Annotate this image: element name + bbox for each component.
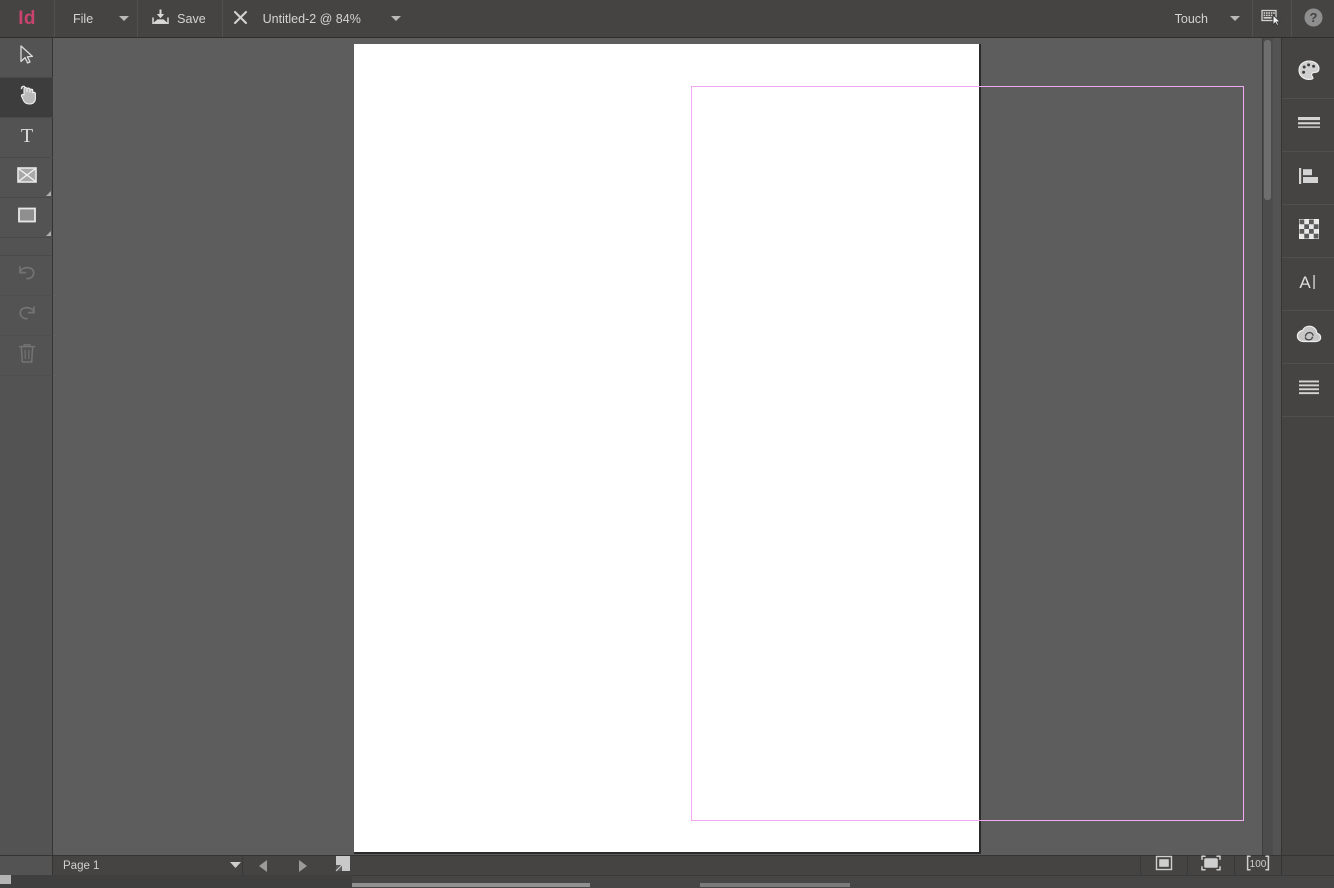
page-number-label: Page 1 (63, 859, 100, 872)
status-bar-left-pad (0, 856, 53, 875)
horizontal-scrollbar[interactable] (0, 875, 1334, 888)
frame-x-box-icon (16, 166, 38, 189)
close-x-icon (233, 10, 248, 28)
color-palette-icon (1297, 59, 1321, 86)
arrow-cursor-icon (19, 45, 35, 70)
text-a-cursor-icon: A (1297, 271, 1321, 298)
save-download-icon (151, 8, 170, 29)
page-selector[interactable]: Page 1 (53, 856, 243, 875)
document-page[interactable] (354, 44, 1244, 852)
margin-guide (691, 86, 1244, 821)
previous-page-button[interactable] (243, 856, 283, 875)
document-tab-label: Untitled-2 @ 84% (262, 11, 361, 26)
horizontal-scroll-thumb-secondary[interactable] (700, 883, 850, 887)
triangle-left-icon (259, 859, 267, 872)
status-bar: Page 1 100 (0, 855, 1334, 875)
preview-view-button[interactable] (1187, 855, 1234, 876)
svg-text:A: A (1299, 273, 1311, 292)
add-page-button[interactable] (323, 855, 363, 877)
hand-touch-icon (16, 84, 38, 111)
undo-tool[interactable] (0, 256, 53, 296)
undo-arrow-icon (16, 263, 38, 288)
tools-panel: T (0, 38, 53, 855)
file-menu-button[interactable]: File (55, 0, 137, 37)
redo-tool[interactable] (0, 296, 53, 336)
app-logo: Id (0, 0, 54, 37)
type-tool[interactable]: T (0, 118, 53, 158)
canvas-vertical-scrollbar[interactable] (1262, 38, 1273, 855)
normal-view-icon (1155, 855, 1173, 876)
hand-tool[interactable] (0, 78, 53, 118)
save-button[interactable]: Save (138, 0, 222, 37)
trash-can-icon (18, 343, 36, 369)
document-tab[interactable]: Untitled-2 @ 84% (259, 0, 413, 37)
svg-text:100: 100 (1250, 859, 1267, 870)
rectangle-icon (16, 206, 38, 229)
effects-panel-button[interactable] (1282, 205, 1334, 258)
keyboard-toggle-button[interactable] (1253, 0, 1291, 37)
application-toolbar: Id File Save Untitled-2 @ 84% Touch ? (0, 0, 1334, 38)
align-panel-button[interactable] (1282, 152, 1334, 205)
close-document-button[interactable] (223, 0, 259, 37)
creative-cloud-icon (1296, 325, 1322, 350)
tool-flyout-indicator[interactable] (46, 191, 51, 196)
panels-dock-top-spacer (1282, 38, 1334, 46)
frame-tool[interactable] (0, 158, 53, 198)
app-logo-text: Id (18, 7, 36, 29)
normal-view-button[interactable] (1140, 855, 1187, 876)
status-bar-right-pad (1281, 856, 1334, 875)
horizontal-scroll-thumb[interactable] (352, 883, 590, 887)
svg-text:?: ? (1309, 10, 1317, 25)
chevron-down-icon (1230, 16, 1240, 21)
chevron-down-icon (119, 16, 130, 21)
svg-text:T: T (20, 125, 32, 145)
workspace-label: Touch (1174, 11, 1208, 26)
help-question-icon: ? (1303, 7, 1324, 31)
presentation-view-icon: 100 (1246, 855, 1270, 876)
chevron-down-icon[interactable] (390, 16, 401, 21)
type-t-icon: T (18, 125, 36, 150)
redo-arrow-icon (16, 303, 38, 328)
paragraph-lines-icon (1297, 379, 1321, 402)
selection-tool[interactable] (0, 38, 53, 78)
workspace-switcher[interactable]: Touch (1161, 0, 1252, 37)
triangle-right-icon (299, 859, 307, 872)
rectangle-tool[interactable] (0, 198, 53, 238)
character-panel-button[interactable]: A (1282, 258, 1334, 311)
indesign-window: Id File Save Untitled-2 @ 84% Touch ? T … (0, 0, 1334, 888)
preview-view-icon (1200, 855, 1222, 876)
scrollbar-corner-box (0, 875, 11, 884)
panels-dock: A (1281, 38, 1334, 855)
paragraph-panel-button[interactable] (1282, 364, 1334, 417)
transparency-checker-icon (1298, 218, 1320, 245)
color-panel-button[interactable] (1282, 46, 1334, 99)
tools-divider (0, 238, 52, 256)
stroke-panel-button[interactable] (1282, 99, 1334, 152)
delete-tool[interactable] (0, 336, 53, 376)
presentation-view-button[interactable]: 100 (1234, 855, 1281, 876)
file-menu-label: File (73, 11, 94, 26)
cc-libraries-panel-button[interactable] (1282, 311, 1334, 364)
document-canvas[interactable] (53, 38, 1273, 855)
align-left-icon (1297, 166, 1321, 191)
stroke-lines-icon (1297, 115, 1321, 136)
next-page-button[interactable] (283, 856, 323, 875)
keyboard-cursor-icon (1261, 8, 1283, 29)
canvas-vertical-scroll-thumb[interactable] (1264, 40, 1271, 200)
tool-flyout-indicator[interactable] (46, 231, 51, 236)
help-button[interactable]: ? (1292, 0, 1334, 37)
horizontal-scrollbar-left-region (0, 875, 352, 888)
save-label: Save (177, 11, 206, 26)
new-page-icon (335, 855, 351, 877)
chevron-down-icon[interactable] (229, 860, 242, 872)
